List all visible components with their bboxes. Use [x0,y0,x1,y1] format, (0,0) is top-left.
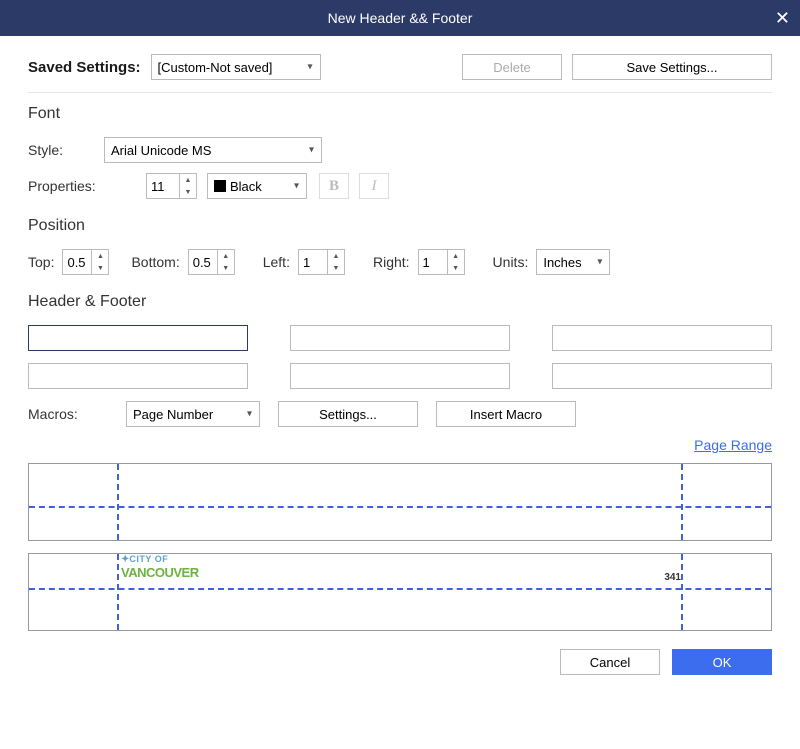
footer-right-input[interactable] [552,363,772,389]
macros-label: Macros: [28,406,118,422]
cancel-button[interactable]: Cancel [560,649,660,675]
hf-header: Header & Footer [28,293,772,311]
close-icon[interactable]: ✕ [775,8,790,29]
saved-settings-select[interactable] [151,54,321,80]
left-label: Left: [263,254,290,270]
spinner-up-icon[interactable]: ▲ [448,250,464,262]
properties-label: Properties: [28,178,138,194]
spinner-up-icon[interactable]: ▲ [180,174,196,186]
dialog-title: New Header && Footer [328,10,473,26]
header-right-input[interactable] [552,325,772,351]
right-label: Right: [373,254,410,270]
font-style-select[interactable] [104,137,322,163]
bold-button[interactable]: B [319,173,349,199]
spinner-down-icon[interactable]: ▼ [92,262,108,274]
spinner-down-icon[interactable]: ▼ [448,262,464,274]
insert-macro-button[interactable]: Insert Macro [436,401,576,427]
font-color-select[interactable]: Black [207,173,307,199]
header-left-input[interactable] [28,325,248,351]
style-label: Style: [28,142,96,158]
header-center-input[interactable] [290,325,510,351]
save-settings-button[interactable]: Save Settings... [572,54,772,80]
position-header: Position [28,217,772,235]
spinner-up-icon[interactable]: ▲ [92,250,108,262]
spinner-up-icon[interactable]: ▲ [328,250,344,262]
footer-center-input[interactable] [290,363,510,389]
header-preview [28,463,772,541]
bottom-label: Bottom: [131,254,179,270]
delete-button[interactable]: Delete [462,54,562,80]
top-label: Top: [28,254,54,270]
page-range-link[interactable]: Page Range [694,437,772,453]
saved-settings-label: Saved Settings: [28,59,141,76]
top-input[interactable] [63,250,91,274]
italic-button[interactable]: I [359,173,389,199]
units-select[interactable] [536,249,610,275]
font-size-spinner[interactable]: ▲ ▼ [146,173,197,199]
right-spinner[interactable]: ▲▼ [418,249,465,275]
right-input[interactable] [419,250,447,274]
ok-button[interactable]: OK [672,649,772,675]
macros-select[interactable] [126,401,260,427]
spinner-down-icon[interactable]: ▼ [328,262,344,274]
units-label: Units: [493,254,529,270]
preview-page-number: 341 [664,572,681,583]
footer-left-input[interactable] [28,363,248,389]
spinner-up-icon[interactable]: ▲ [218,250,234,262]
font-color-value: Black [230,179,262,194]
spinner-down-icon[interactable]: ▼ [218,262,234,274]
color-swatch-icon [214,180,226,192]
preview-logo: ✦CITY OF VANCOUVER [121,554,199,580]
footer-preview: ✦CITY OF VANCOUVER 341 [28,553,772,631]
spinner-down-icon[interactable]: ▼ [180,186,196,198]
bottom-input[interactable] [189,250,217,274]
bottom-spinner[interactable]: ▲▼ [188,249,235,275]
font-header: Font [28,105,772,123]
left-spinner[interactable]: ▲▼ [298,249,345,275]
settings-button[interactable]: Settings... [278,401,418,427]
titlebar: New Header && Footer ✕ [0,0,800,36]
left-input[interactable] [299,250,327,274]
font-size-input[interactable] [147,174,179,198]
top-spinner[interactable]: ▲▼ [62,249,109,275]
